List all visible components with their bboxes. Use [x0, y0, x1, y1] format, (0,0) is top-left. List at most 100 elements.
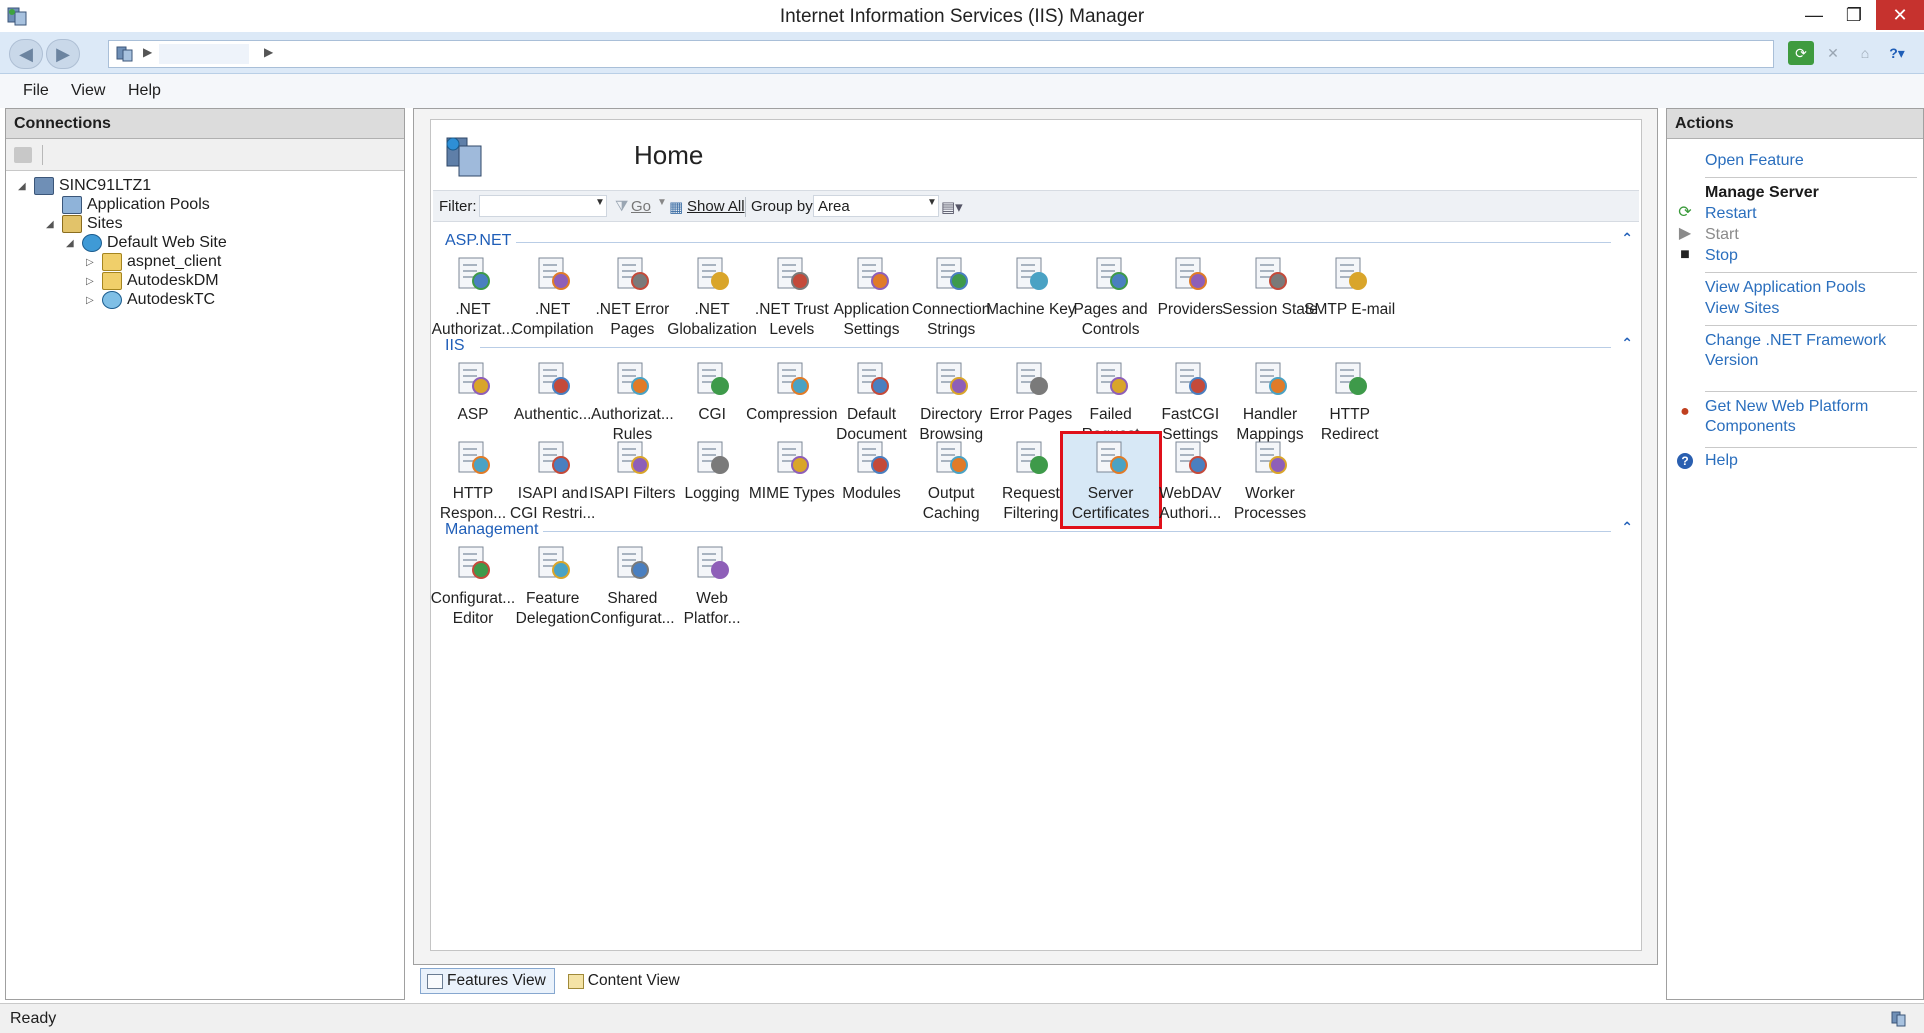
feature-delegation-icon — [538, 546, 570, 579]
tree-node-label: Default Web Site — [107, 234, 227, 251]
filter-dropdown-icon[interactable]: ▼ — [595, 197, 605, 208]
globe-icon — [82, 234, 102, 252]
globe-stand-icon — [697, 257, 730, 290]
breadcrumb-segment[interactable] — [159, 44, 249, 64]
shared-config-icon — [617, 546, 650, 579]
help-link[interactable]: Help — [1705, 451, 1738, 471]
group-header-label: ASP.NET — [445, 232, 512, 249]
breadcrumb-separator-icon[interactable]: ▶ — [264, 45, 273, 59]
filter-divider — [745, 197, 746, 217]
webdav-icon — [1175, 441, 1208, 474]
view-mode-icon[interactable]: ▤▾ — [941, 198, 963, 216]
menu-view[interactable]: View — [71, 82, 105, 100]
minimize-button[interactable]: — — [1794, 0, 1834, 30]
settings-list-icon — [857, 257, 889, 290]
collapse-chevron-icon[interactable]: ⌃ — [1621, 519, 1633, 536]
connections-header: Connections — [6, 109, 404, 139]
status-bar: Ready — [0, 1003, 1924, 1033]
error-pages-icon — [1016, 362, 1048, 395]
group-header[interactable]: ASP.NET ⌃ — [445, 230, 1635, 252]
maximize-button[interactable]: ❐ — [1834, 0, 1874, 30]
go-button[interactable]: Go — [631, 198, 651, 215]
tab-features-view[interactable]: Features View — [420, 968, 555, 994]
actions-divider — [1705, 391, 1917, 392]
collapse-chevron-icon[interactable]: ⌃ — [1621, 230, 1633, 247]
lock-document-icon — [458, 257, 490, 290]
forward-arrow-icon: ▶ — [56, 43, 70, 64]
get-new-web-platform-link[interactable]: Get New Web Platform Components — [1705, 397, 1910, 437]
filter-bar: Filter: ▼ ⧩ Go ▼ ▦ Show All Group by: Ar… — [433, 190, 1639, 222]
back-arrow-icon: ◀ — [19, 43, 33, 64]
restart-link[interactable]: Restart — [1705, 204, 1757, 224]
server-crumb-icon — [116, 46, 133, 62]
tree-node-label: AutodeskTC — [127, 291, 216, 308]
tree-expander-icon[interactable]: ◢ — [18, 181, 30, 192]
breadcrumb[interactable]: ▶ ▶ — [108, 40, 1774, 68]
title-bar: Internet Information Services (IIS) Mana… — [0, 0, 1924, 32]
machine-key-icon — [1016, 257, 1048, 290]
tab-content-view[interactable]: Content View — [561, 968, 689, 994]
connections-pane: Connections ◢ SINC91LTZ1 Application Pools… — [5, 108, 405, 1000]
stop-link[interactable]: Stop — [1705, 246, 1738, 266]
open-feature-link[interactable]: Open Feature — [1705, 151, 1804, 171]
collapse-chevron-icon[interactable]: ⌃ — [1621, 335, 1633, 352]
page-title: Home — [634, 140, 704, 170]
group-by-label: Group by: — [751, 198, 817, 215]
change-net-framework-link[interactable]: Change .NET Framework Version — [1705, 331, 1910, 371]
close-button[interactable]: ✕ — [1876, 0, 1924, 30]
connections-toolbar — [6, 139, 404, 171]
address-toolbar: ⟳ ✕ ⌂ ?▾ — [1788, 39, 1910, 67]
group-by-dropdown-icon[interactable]: ▼ — [927, 197, 937, 208]
help-dropdown-icon[interactable]: ?▾ — [1884, 41, 1910, 65]
go-dropdown-icon[interactable]: ▼ — [657, 197, 667, 208]
globe-app-icon — [102, 291, 122, 309]
actions-divider — [1705, 272, 1917, 273]
modules-icon — [857, 441, 889, 474]
handler-arrows-icon — [1255, 362, 1287, 395]
go-icon: ⧩ — [615, 198, 629, 215]
tree-expander-icon[interactable]: ▷ — [86, 276, 98, 287]
group-header[interactable]: Management ⌃ — [445, 519, 1635, 541]
breadcrumb-separator-icon[interactable]: ▶ — [143, 45, 152, 59]
feature-label: Worker Processes — [1233, 485, 1307, 522]
refresh-icon[interactable]: ⟳ — [1788, 41, 1814, 65]
feature-label: SMTP E-mail — [1304, 301, 1396, 318]
providers-icon — [1175, 257, 1208, 290]
actions-header: Actions — [1667, 109, 1923, 139]
group-header[interactable]: IIS ⌃ — [445, 335, 1635, 357]
group-by-select[interactable]: Area — [813, 195, 939, 217]
home-icon[interactable]: ⌂ — [1852, 41, 1878, 65]
feature-smtp-mail[interactable]: SMTP E-mail — [1302, 250, 1398, 342]
server-home-icon — [446, 137, 482, 177]
stop-loading-icon[interactable]: ✕ — [1820, 41, 1846, 65]
tree-node[interactable]: ▷ AutodeskTC — [86, 289, 215, 311]
view-sites-link[interactable]: View Sites — [1705, 299, 1779, 319]
feature-worker-process[interactable]: Worker Processes — [1222, 434, 1318, 526]
menu-file[interactable]: File — [23, 82, 49, 100]
start-link[interactable]: Start — [1705, 225, 1739, 245]
show-all-button[interactable]: Show All — [687, 198, 745, 215]
show-all-icon: ▦ — [669, 199, 684, 216]
forward-button[interactable]: ▶ — [46, 39, 80, 69]
connect-icon[interactable] — [14, 147, 32, 163]
failed-request-icon — [1096, 362, 1128, 395]
view-application-pools-link[interactable]: View Application Pools — [1705, 278, 1866, 298]
actions-divider — [1705, 447, 1917, 448]
tree-expander-icon[interactable]: ◢ — [66, 238, 78, 249]
filter-label: Filter: — [439, 198, 477, 215]
restart-icon: ⟳ — [1678, 204, 1692, 221]
menu-help[interactable]: Help — [128, 82, 161, 100]
pages-controls-icon — [1096, 257, 1128, 290]
output-caching-icon — [936, 441, 969, 474]
content-view-icon — [567, 974, 584, 989]
sites-icon — [62, 215, 82, 233]
compression-clamp-icon — [777, 362, 809, 395]
filter-input[interactable] — [479, 195, 607, 217]
worker-process-icon — [1255, 441, 1287, 474]
feature-web-platform[interactable]: Web Platfor... — [664, 539, 760, 631]
tree-expander-icon[interactable]: ▷ — [86, 295, 98, 306]
back-button[interactable]: ◀ — [9, 39, 43, 69]
tree-expander-icon[interactable]: ◢ — [46, 219, 58, 230]
mime-types-icon — [777, 441, 809, 474]
tree-expander-icon[interactable]: ▷ — [86, 257, 98, 268]
